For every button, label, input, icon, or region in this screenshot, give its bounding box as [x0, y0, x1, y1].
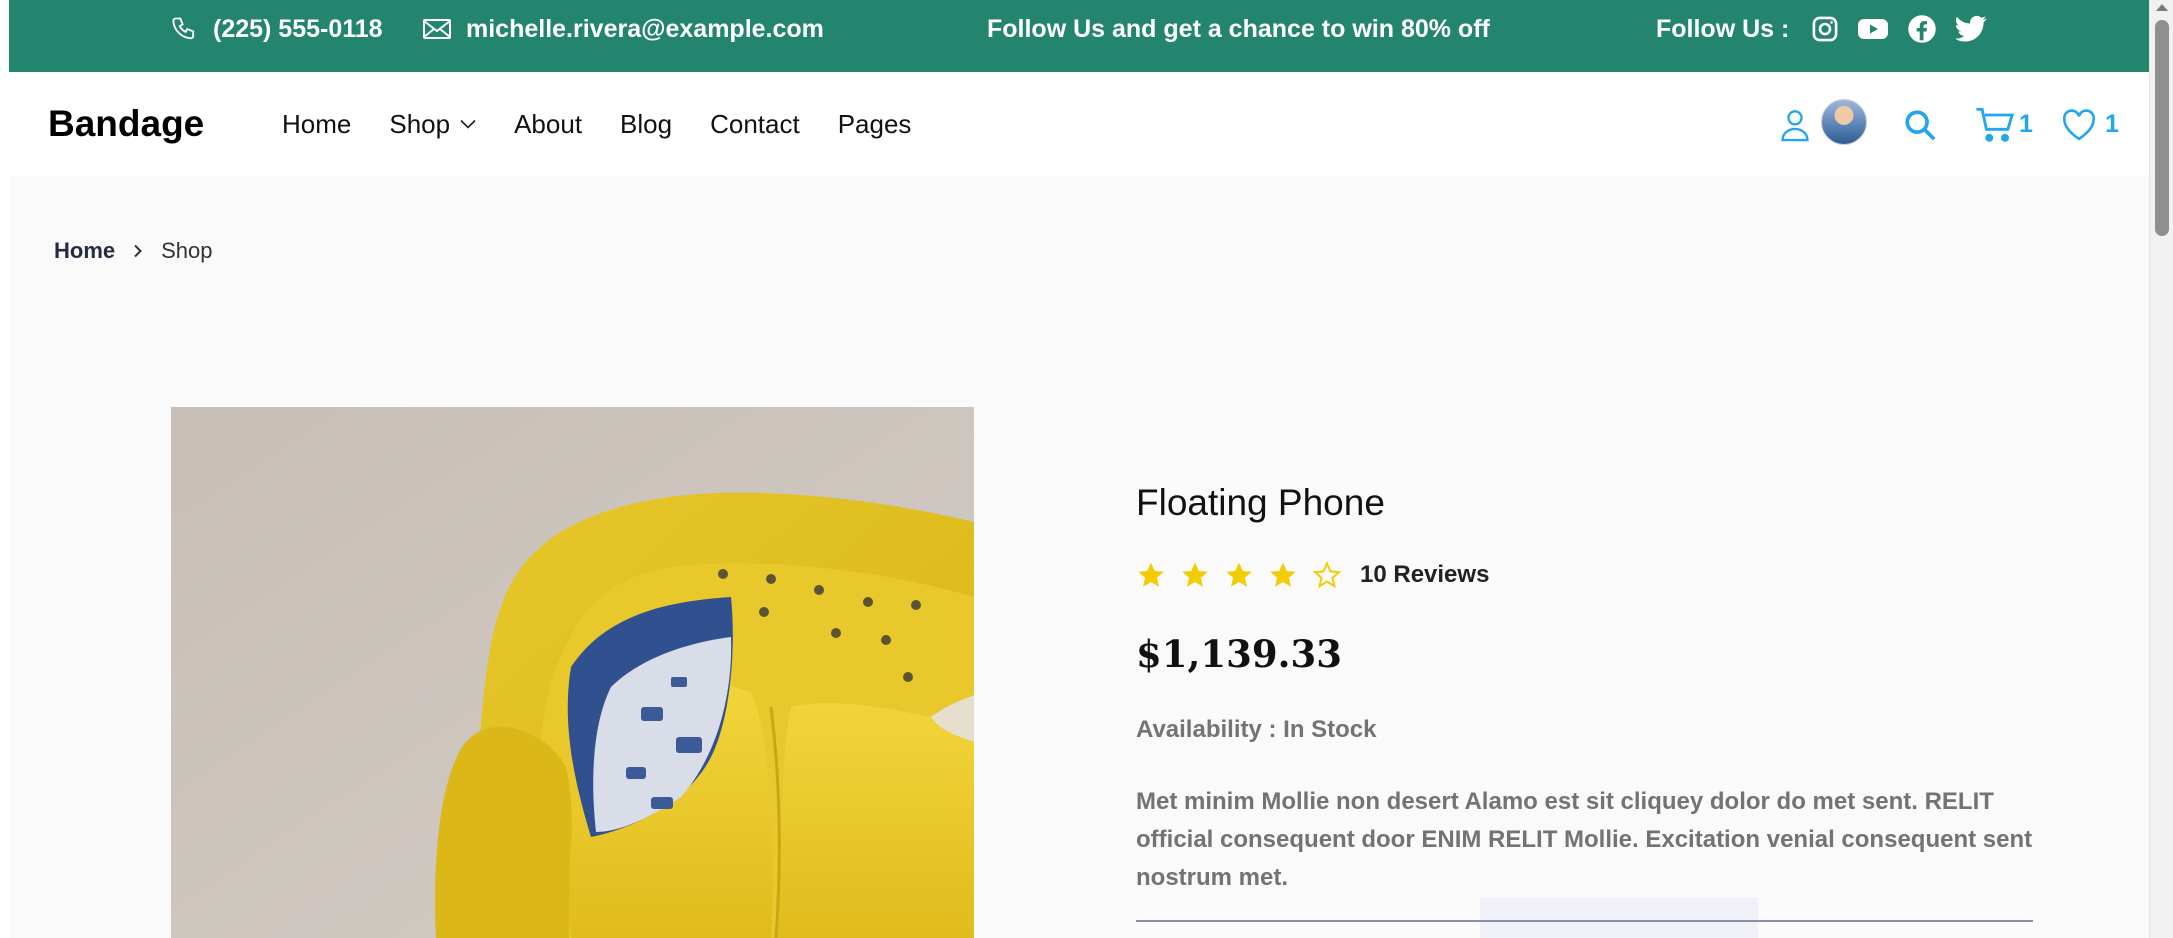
star-filled-icon — [1270, 562, 1296, 587]
main-navbar: Bandage Home Shop About Blog Contact Pag… — [9, 72, 2149, 176]
window-edge — [0, 0, 9, 938]
mail-icon — [423, 19, 451, 39]
avatar[interactable] — [1821, 99, 1867, 145]
product-image[interactable] — [171, 407, 974, 938]
twitter-icon[interactable] — [1955, 15, 1988, 43]
facebook-icon[interactable] — [1907, 14, 1937, 44]
divider — [1136, 920, 2033, 922]
email-contact[interactable]: michelle.rivera@example.com — [422, 0, 824, 58]
phone-number: (225) 555-0118 — [213, 14, 383, 43]
top-bar: (225) 555-0118 michelle.rivera@example.c… — [9, 0, 2149, 72]
breadcrumb-current: Shop — [161, 238, 213, 263]
heart-icon[interactable] — [2061, 109, 2097, 141]
instagram-icon[interactable] — [1811, 15, 1839, 43]
youtube-icon[interactable] — [1857, 16, 1889, 42]
scrollbar[interactable] — [2149, 0, 2173, 938]
email-address: michelle.rivera@example.com — [466, 14, 824, 43]
product-price: $1,139.33 — [1136, 632, 1342, 676]
product-rating: 10 Reviews — [1136, 560, 1489, 590]
star-empty-icon — [1312, 561, 1342, 589]
breadcrumb: Home Shop — [54, 238, 213, 264]
review-count[interactable]: 10 Reviews — [1360, 561, 1489, 589]
product-title: Floating Phone — [1136, 482, 1385, 523]
follow-us: Follow Us : — [1656, 0, 1988, 58]
search-icon[interactable] — [1903, 108, 1937, 142]
promo-text: Follow Us and get a chance to win 80% of… — [987, 14, 1490, 43]
scroll-thumb[interactable] — [2155, 20, 2169, 236]
cart-icon[interactable] — [1975, 106, 2015, 144]
breadcrumb-home[interactable]: Home — [54, 238, 115, 264]
follow-label: Follow Us : — [1656, 14, 1790, 43]
phone-icon — [172, 17, 195, 40]
phone-contact[interactable]: (225) 555-0118 — [171, 0, 383, 58]
product-description: Met minim Mollie non desert Alamo est si… — [1136, 788, 2033, 891]
cart-count: 1 — [2019, 110, 2033, 138]
faint-overlay — [1480, 898, 1758, 938]
star-filled-icon — [1138, 562, 1164, 587]
user-icon[interactable] — [1779, 108, 1811, 142]
nav-actions: 1 1 — [9, 72, 2149, 176]
product-photo — [171, 407, 974, 938]
availability: Availability : In Stock — [1136, 716, 1377, 743]
scroll-up-icon[interactable] — [2156, 4, 2168, 11]
chevron-right-icon — [133, 238, 143, 264]
wishlist-count: 1 — [2105, 110, 2119, 138]
star-filled-icon — [1226, 562, 1252, 587]
star-filled-icon — [1182, 562, 1208, 587]
